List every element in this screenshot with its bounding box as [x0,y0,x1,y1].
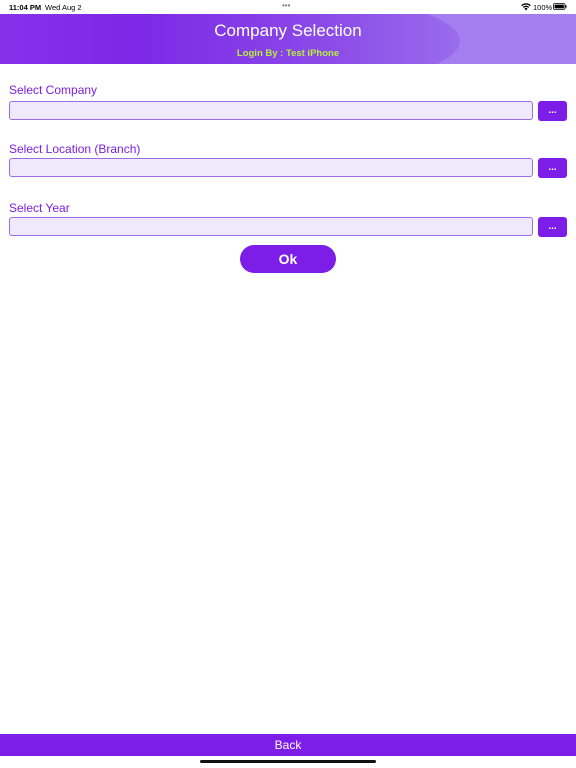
header-banner: Company Selection Login By : Test iPhone [0,14,576,64]
battery-percent: 100% [533,3,553,12]
year-picker-button[interactable]: ... [538,217,567,237]
select-company-label: Select Company [9,83,98,97]
back-button[interactable]: Back [0,734,576,756]
location-picker-button[interactable]: ... [538,158,567,178]
status-date: Wed Aug 2 [45,3,82,12]
location-field[interactable] [9,158,533,177]
home-indicator[interactable] [200,760,376,763]
company-picker-button[interactable]: ... [538,101,567,121]
login-by-label: Login By : Test iPhone [236,48,340,59]
ok-button[interactable]: Ok [240,245,336,273]
company-field[interactable] [9,101,533,120]
status-time: 11:04 PM [9,3,42,12]
multitasking-dots-icon[interactable]: ••• [282,1,290,10]
status-bar: 11:04 PM Wed Aug 2 ••• 100% [0,0,576,14]
select-year-label: Select Year [9,201,70,215]
page-title: Company Selection [214,21,362,40]
select-location-label: Select Location (Branch) [9,142,141,156]
year-field[interactable] [9,217,533,236]
battery-icon [553,3,567,10]
wifi-icon [521,3,531,11]
